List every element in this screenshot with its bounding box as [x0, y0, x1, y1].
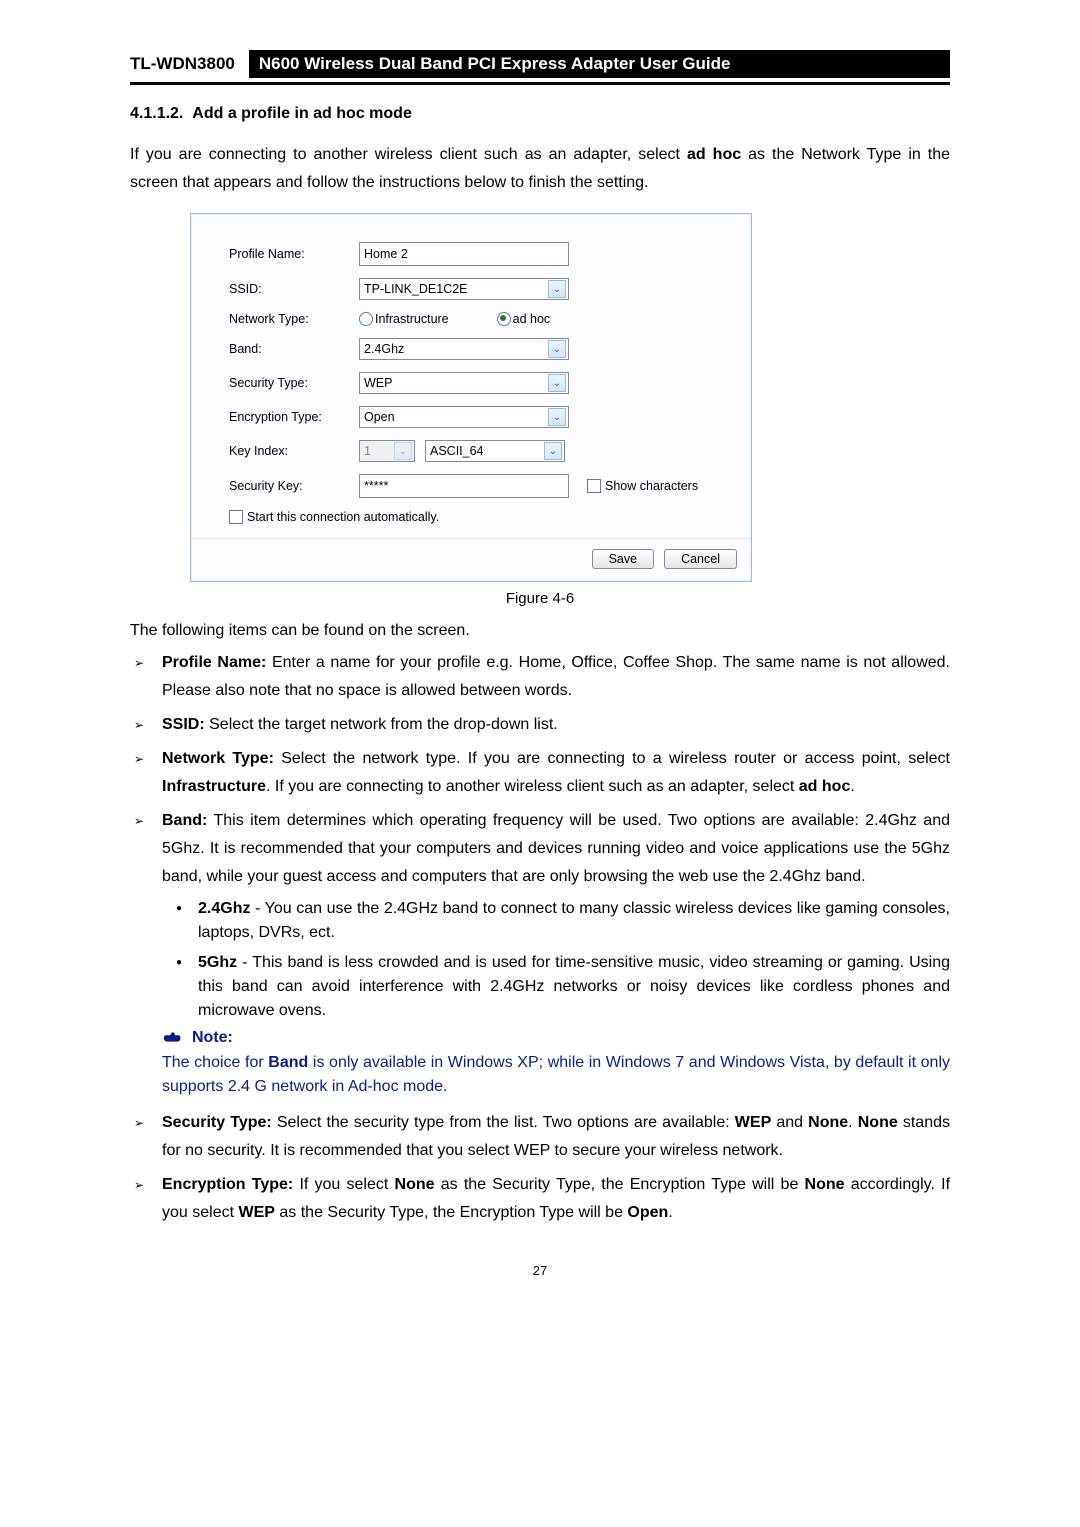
- infrastructure-radio[interactable]: [359, 312, 373, 326]
- adhoc-radio-label: ad hoc: [513, 312, 551, 326]
- dialog-figure: Profile Name: SSID: TP-LINK_DE1C2E ⌄ Net…: [190, 213, 950, 582]
- pointing-hand-icon: [162, 1030, 184, 1046]
- profile-name-input[interactable]: [359, 242, 569, 266]
- auto-start-label: Start this connection automatically.: [247, 510, 439, 524]
- list-item: Network Type: Select the network type. I…: [162, 745, 950, 801]
- list-item: Profile Name: Enter a name for your prof…: [162, 649, 950, 705]
- chevron-down-icon: ⌄: [394, 442, 412, 460]
- list-item: SSID: Select the target network from the…: [162, 711, 950, 739]
- auto-start-checkbox[interactable]: [229, 510, 243, 524]
- security-type-label: Security Type:: [229, 376, 359, 390]
- security-key-input[interactable]: [359, 474, 569, 498]
- ssid-label: SSID:: [229, 282, 359, 296]
- infrastructure-radio-label: Infrastructure: [375, 312, 449, 326]
- encryption-type-dropdown[interactable]: Open ⌄: [359, 406, 569, 428]
- list-item: 5Ghz - This band is less crowded and is …: [198, 951, 950, 1023]
- chevron-down-icon: ⌄: [544, 442, 562, 460]
- chevron-down-icon: ⌄: [548, 408, 566, 426]
- note-heading: Note:: [192, 1029, 233, 1047]
- list-item: 2.4Ghz - You can use the 2.4GHz band to …: [198, 897, 950, 945]
- list-item: Encryption Type: If you select None as t…: [162, 1171, 950, 1227]
- section-heading: 4.1.1.2. Add a profile in ad hoc mode: [130, 105, 950, 123]
- show-characters-checkbox[interactable]: [587, 479, 601, 493]
- band-dropdown[interactable]: 2.4Ghz ⌄: [359, 338, 569, 360]
- list-item: Band: This item determines which operati…: [162, 807, 950, 1023]
- key-format-dropdown[interactable]: ASCII_64 ⌄: [425, 440, 565, 462]
- section-title: Add a profile in ad hoc mode: [192, 105, 412, 122]
- band-label: Band:: [229, 342, 359, 356]
- cancel-button[interactable]: Cancel: [664, 549, 737, 569]
- note-block: Note: The choice for Band is only availa…: [162, 1029, 950, 1099]
- profile-dialog: Profile Name: SSID: TP-LINK_DE1C2E ⌄ Net…: [190, 213, 752, 582]
- adhoc-radio[interactable]: [497, 312, 511, 326]
- page-header: TL-WDN3800 N600 Wireless Dual Band PCI E…: [130, 50, 950, 85]
- page-number: 27: [130, 1263, 950, 1278]
- profile-name-label: Profile Name:: [229, 247, 359, 261]
- model-number: TL-WDN3800: [130, 50, 235, 78]
- network-type-label: Network Type:: [229, 312, 359, 326]
- show-characters-label: Show characters: [605, 479, 698, 493]
- chevron-down-icon: ⌄: [548, 340, 566, 358]
- figure-caption: Figure 4-6: [130, 590, 950, 607]
- security-key-label: Security Key:: [229, 479, 359, 493]
- ssid-dropdown[interactable]: TP-LINK_DE1C2E ⌄: [359, 278, 569, 300]
- intro-paragraph: If you are connecting to another wireles…: [130, 141, 950, 197]
- chevron-down-icon: ⌄: [548, 374, 566, 392]
- section-number: 4.1.1.2.: [130, 105, 183, 122]
- guide-title: N600 Wireless Dual Band PCI Express Adap…: [249, 50, 950, 78]
- note-text: The choice for Band is only available in…: [162, 1051, 950, 1099]
- key-index-label: Key Index:: [229, 444, 359, 458]
- save-button[interactable]: Save: [592, 549, 655, 569]
- chevron-down-icon: ⌄: [548, 280, 566, 298]
- key-index-dropdown[interactable]: 1 ⌄: [359, 440, 415, 462]
- list-item: Security Type: Select the security type …: [162, 1109, 950, 1165]
- encryption-type-label: Encryption Type:: [229, 410, 359, 424]
- security-type-dropdown[interactable]: WEP ⌄: [359, 372, 569, 394]
- list-intro: The following items can be found on the …: [130, 617, 950, 645]
